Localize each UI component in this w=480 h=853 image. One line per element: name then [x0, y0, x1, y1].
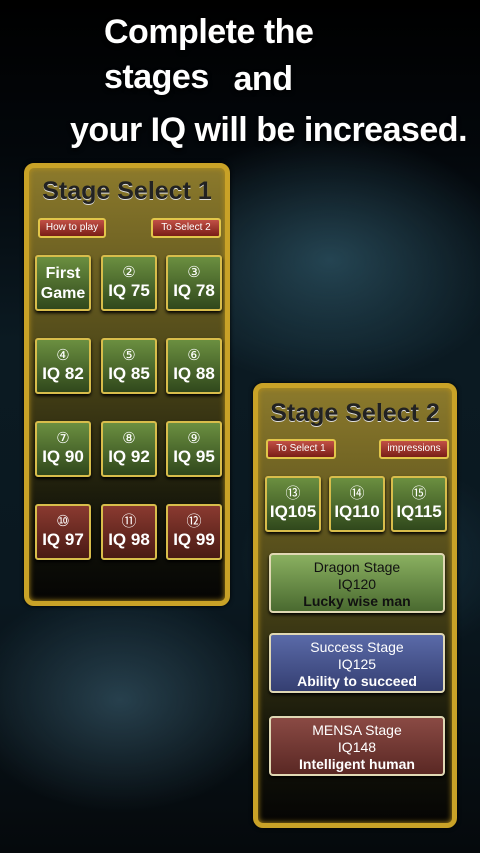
stage-number: ⑤ — [122, 347, 136, 364]
stage-number: ③ — [187, 264, 201, 281]
stage-iq: IQ110 — [334, 502, 380, 521]
special-stage-iq: IQ148 — [337, 739, 377, 755]
stage-button-10[interactable]: ⑩ IQ 97 — [35, 504, 91, 560]
stage-number: ⑪ — [121, 513, 137, 530]
to-select-2-button[interactable]: To Select 2 — [151, 218, 221, 238]
stage-button-first-game[interactable]: First Game — [35, 255, 91, 311]
stage-button-2[interactable]: ② IQ 75 — [101, 255, 157, 311]
stage-iq: IQ 92 — [108, 447, 150, 466]
stage-button-8[interactable]: ⑧ IQ 92 — [101, 421, 157, 477]
stage-iq: IQ115 — [396, 502, 442, 521]
stage-select-2-title: Stage Select 2 — [270, 399, 440, 427]
stage-iq: IQ 99 — [173, 530, 215, 549]
stage-button-6[interactable]: ⑥ IQ 88 — [166, 338, 222, 394]
first-game-line1: First — [45, 265, 81, 282]
stage-number: ⑩ — [56, 513, 70, 530]
special-stage-subtitle: Intelligent human — [299, 756, 415, 772]
stage-select-1-title: Stage Select 1 — [42, 177, 212, 205]
stage-iq: IQ 97 — [42, 530, 84, 549]
success-stage-button[interactable]: Success Stage IQ125 Ability to succeed — [269, 633, 445, 693]
special-stage-name: Success Stage — [310, 639, 404, 655]
special-stage-subtitle: Ability to succeed — [297, 673, 417, 689]
to-select-1-button[interactable]: To Select 1 — [266, 439, 336, 459]
stage-number: ④ — [56, 347, 70, 364]
stage-button-4[interactable]: ④ IQ 82 — [35, 338, 91, 394]
special-stage-name: Dragon Stage — [313, 559, 401, 575]
first-game-line2: Game — [40, 285, 86, 302]
special-stage-iq: IQ125 — [337, 656, 377, 672]
stage-number: ⑬ — [285, 485, 301, 502]
stage-number: ⑦ — [56, 430, 70, 447]
stage-iq: IQ 85 — [108, 364, 150, 383]
stage-iq: IQ 78 — [173, 281, 215, 300]
impressions-button[interactable]: impressions — [379, 439, 449, 459]
stage-button-13[interactable]: ⑬ IQ105 — [265, 476, 321, 532]
stage-iq: IQ105 — [269, 502, 317, 521]
stage-button-3[interactable]: ③ IQ 78 — [166, 255, 222, 311]
stage-iq: IQ 82 — [42, 364, 84, 383]
stage-button-9[interactable]: ⑨ IQ 95 — [166, 421, 222, 477]
stage-number: ⑨ — [187, 430, 201, 447]
stage-number: ⑥ — [187, 347, 201, 364]
stage-iq: IQ 95 — [173, 447, 215, 466]
special-stage-iq: IQ120 — [337, 576, 377, 592]
stage-button-12[interactable]: ⑫ IQ 99 — [166, 504, 222, 560]
stage-button-11[interactable]: ⑪ IQ 98 — [101, 504, 157, 560]
headline-line-2: and — [233, 60, 293, 98]
stage-button-5[interactable]: ⑤ IQ 85 — [101, 338, 157, 394]
stage-button-14[interactable]: ⑭ IQ110 — [329, 476, 385, 532]
stage-iq: IQ 88 — [173, 364, 215, 383]
stage-number: ⑫ — [186, 513, 202, 530]
stage-number: ⑧ — [122, 430, 136, 447]
stage-select-1-panel: Stage Select 1 How to play To Select 2 F… — [24, 163, 230, 606]
stage-button-7[interactable]: ⑦ IQ 90 — [35, 421, 91, 477]
stage-iq: IQ 90 — [42, 447, 84, 466]
stage-button-15[interactable]: ⑮ IQ115 — [391, 476, 447, 532]
headline-line-3: your IQ will be increased. — [70, 111, 468, 149]
dragon-stage-button[interactable]: Dragon Stage IQ120 Lucky wise man — [269, 553, 445, 613]
how-to-play-button[interactable]: How to play — [38, 218, 106, 238]
stage-number: ⑮ — [411, 485, 427, 502]
special-stage-subtitle: Lucky wise man — [303, 593, 411, 609]
mensa-stage-button[interactable]: MENSA Stage IQ148 Intelligent human — [269, 716, 445, 776]
stage-iq: IQ 75 — [108, 281, 150, 300]
stage-number: ⑭ — [349, 485, 365, 502]
stage-iq: IQ 98 — [108, 530, 150, 549]
stage-number: ② — [122, 264, 136, 281]
special-stage-name: MENSA Stage — [312, 722, 402, 738]
stage-select-2-panel: Stage Select 2 To Select 1 impressions ⑬… — [253, 383, 457, 828]
